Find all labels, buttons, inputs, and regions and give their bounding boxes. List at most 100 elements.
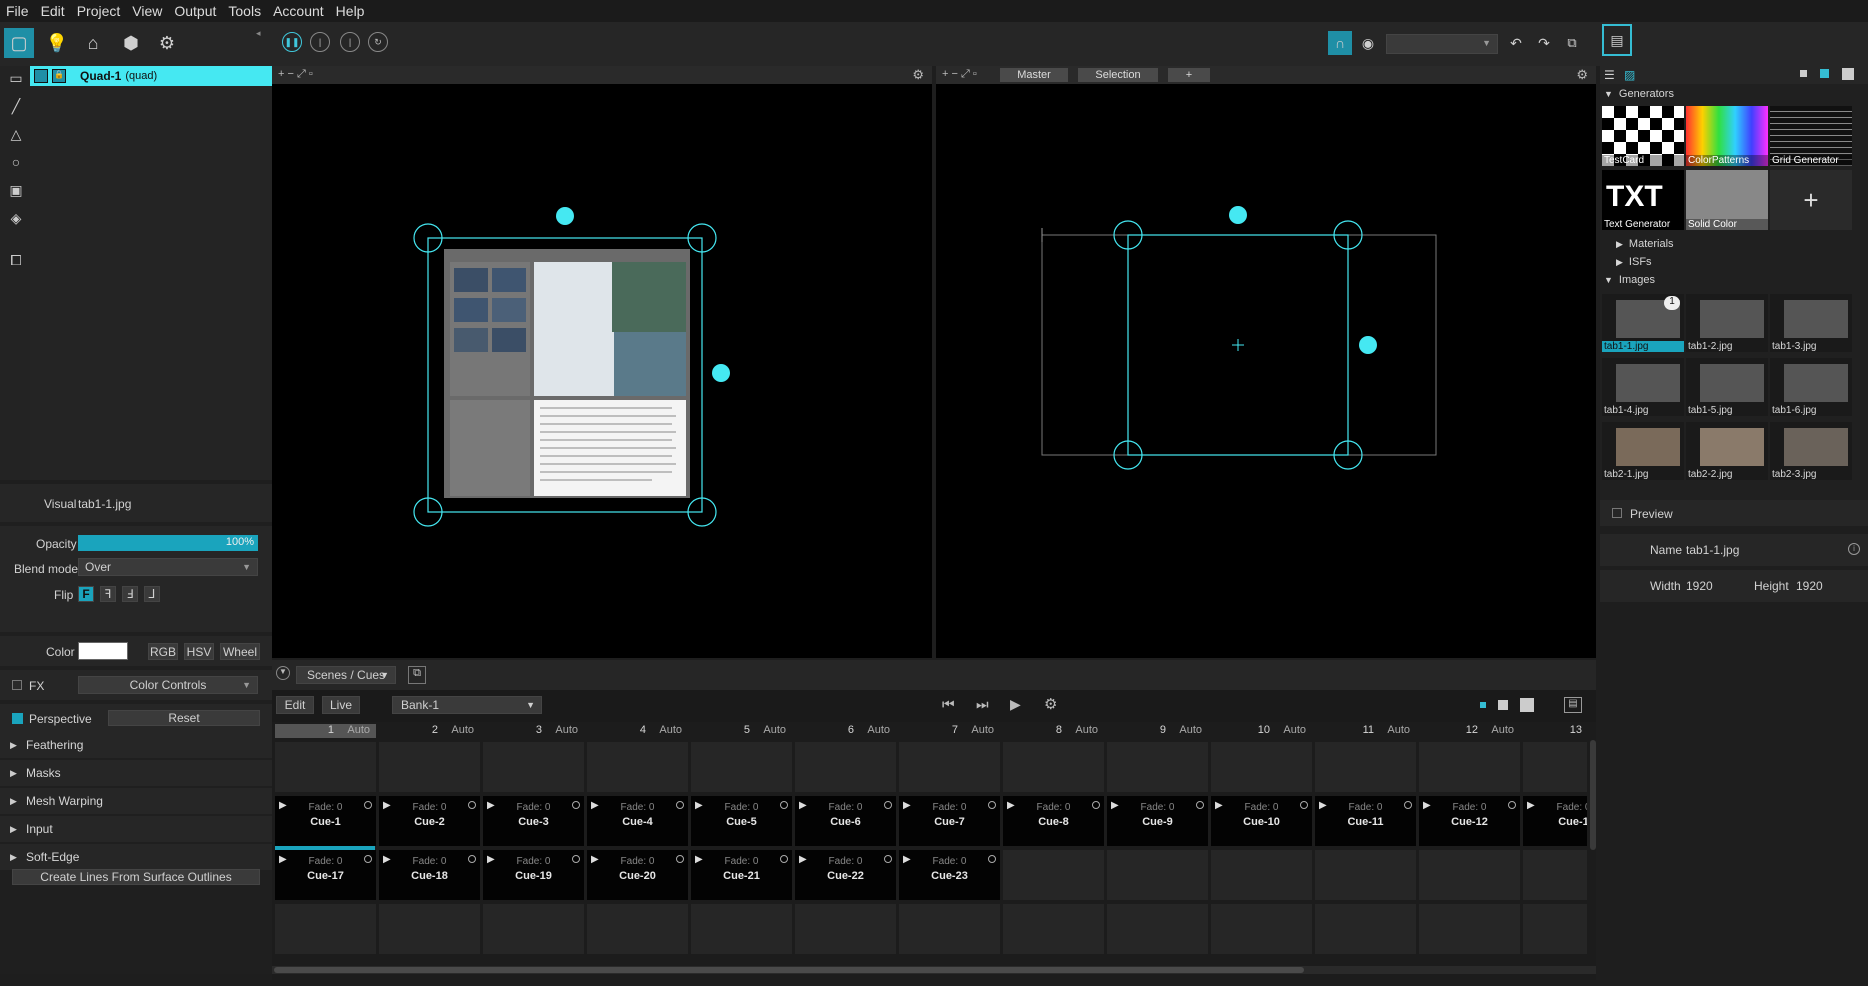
- size-small-icon[interactable]: [1800, 70, 1807, 77]
- create-lines-button[interactable]: Create Lines From Surface Outlines: [12, 869, 260, 885]
- record-icon[interactable]: [364, 855, 372, 863]
- group-tool-icon[interactable]: ⧠: [6, 250, 26, 270]
- opacity-slider[interactable]: 100%: [78, 535, 258, 551]
- output-icon[interactable]: ⌂: [78, 28, 108, 58]
- image-view-icon[interactable]: ▨: [1624, 68, 1635, 82]
- cue-cell[interactable]: ▶ Fade: 0 Cue-18: [379, 850, 480, 900]
- empty-cue-slot[interactable]: [795, 904, 896, 954]
- column-header[interactable]: 8 Auto: [1003, 724, 1104, 738]
- hsv-button[interactable]: HSV: [184, 643, 214, 660]
- column-header[interactable]: 7 Auto: [899, 724, 1000, 738]
- menu-help[interactable]: Help: [336, 3, 365, 19]
- layer-row[interactable]: 🔒 Quad-1 (quad): [30, 66, 272, 86]
- empty-cue-slot[interactable]: [899, 904, 1000, 954]
- reset-button[interactable]: Reset: [108, 710, 260, 726]
- tab-add-button[interactable]: +: [1168, 68, 1210, 82]
- record-icon[interactable]: [780, 855, 788, 863]
- loop-icon[interactable]: ↻: [368, 32, 388, 52]
- fx-checkbox[interactable]: [12, 680, 22, 690]
- gear-icon[interactable]: ⚙: [1044, 695, 1057, 713]
- edit-button[interactable]: Edit: [276, 696, 314, 714]
- line-tool-icon[interactable]: ╱: [6, 96, 26, 116]
- 3d-tool-icon[interactable]: ◈: [6, 208, 26, 228]
- eye-icon[interactable]: ◉: [1356, 31, 1380, 55]
- record-icon[interactable]: [1092, 801, 1100, 809]
- cue-cell[interactable]: ▶ Fade: 0 Cue-11: [1315, 796, 1416, 846]
- zoom-controls-icon[interactable]: + − ⤢ ▫: [278, 68, 313, 81]
- colorpatterns-generator[interactable]: ColorPatterns: [1686, 106, 1768, 166]
- bank-dropdown[interactable]: Bank-1 ▼: [392, 696, 542, 714]
- cue-cell[interactable]: ▶ Fade: 0 Cue-23: [899, 850, 1000, 900]
- empty-cue-slot[interactable]: [1107, 904, 1208, 954]
- record-icon[interactable]: [364, 801, 372, 809]
- live-button[interactable]: Live: [322, 696, 360, 714]
- preview-checkbox[interactable]: [1612, 508, 1622, 518]
- record-icon[interactable]: [1196, 801, 1204, 809]
- cue-cell[interactable]: ▶Fade: 0Cue-1: [275, 796, 376, 846]
- collapse-icon[interactable]: ▼: [276, 666, 290, 680]
- export-icon[interactable]: ⧉: [1560, 31, 1584, 55]
- cue-cell[interactable]: ▶ Fade: 0 Cue-3: [483, 796, 584, 846]
- rgb-button[interactable]: RGB: [148, 643, 178, 660]
- record-icon[interactable]: [780, 801, 788, 809]
- gear-icon[interactable]: ⚙: [912, 67, 924, 83]
- empty-cue-slot[interactable]: [275, 742, 376, 792]
- output-dropdown[interactable]: ▼: [1386, 34, 1498, 54]
- column-header[interactable]: 10 Auto: [1211, 724, 1312, 738]
- column-header[interactable]: 12 Auto: [1419, 724, 1520, 738]
- cue-cell[interactable]: ▶ Fade: 0 Cue-6: [795, 796, 896, 846]
- materials-section[interactable]: ▶ Materials: [1600, 236, 1868, 252]
- section-mesh-warping[interactable]: ▶ Mesh Warping: [0, 788, 272, 814]
- flip-none-button[interactable]: F: [78, 586, 94, 602]
- panel-toggle-icon[interactable]: ▤: [1564, 697, 1582, 713]
- record-icon[interactable]: [1404, 801, 1412, 809]
- mesh-tool-icon[interactable]: ▣: [6, 180, 26, 200]
- cue-cell[interactable]: ▶ Fade: 0 Cue-12: [1419, 796, 1520, 846]
- menu-output[interactable]: Output: [174, 3, 216, 19]
- output-view[interactable]: [936, 84, 1596, 658]
- empty-cue-slot[interactable]: [379, 904, 480, 954]
- detach-icon[interactable]: ⧉: [408, 666, 426, 684]
- empty-cue-slot[interactable]: [379, 742, 480, 792]
- record-icon[interactable]: [468, 801, 476, 809]
- cue-cell[interactable]: ▶ Fade: 0 Cue-4: [587, 796, 688, 846]
- image-tab2-2[interactable]: tab2-2.jpg: [1686, 422, 1768, 480]
- zoom-controls-icon[interactable]: + − ⤢ ▫: [942, 68, 977, 81]
- size-medium-icon[interactable]: [1820, 69, 1829, 78]
- list-view-icon[interactable]: ☰: [1604, 68, 1615, 82]
- empty-cue-slot[interactable]: [275, 904, 376, 954]
- flip-both-button[interactable]: ⅃: [144, 586, 160, 602]
- empty-cue-slot[interactable]: [1003, 742, 1104, 792]
- step2-icon[interactable]: |: [340, 32, 360, 52]
- record-icon[interactable]: [572, 801, 580, 809]
- column-header[interactable]: 6 Auto: [795, 724, 896, 738]
- column-header[interactable]: 2 Auto: [379, 724, 480, 738]
- cue-cell[interactable]: ▶ Fade: 0 Cue-2: [379, 796, 480, 846]
- menu-edit[interactable]: Edit: [41, 3, 65, 19]
- menu-account[interactable]: Account: [273, 3, 324, 19]
- section-feathering[interactable]: ▶ Feathering: [0, 732, 272, 758]
- column-header[interactable]: 3 Auto: [483, 724, 584, 738]
- perspective-checkbox[interactable]: [12, 713, 23, 724]
- flip-v-button[interactable]: Ⅎ: [122, 586, 138, 602]
- empty-cue-slot[interactable]: [1211, 904, 1312, 954]
- size-medium-icon[interactable]: [1498, 700, 1508, 710]
- record-icon[interactable]: [676, 855, 684, 863]
- empty-cue-slot[interactable]: [1003, 850, 1104, 900]
- record-icon[interactable]: [1300, 801, 1308, 809]
- images-section[interactable]: ▼ Images: [1600, 272, 1868, 288]
- empty-cue-slot[interactable]: [1315, 904, 1416, 954]
- fx-dropdown[interactable]: Color Controls ▼: [78, 676, 258, 694]
- size-large-icon[interactable]: [1520, 698, 1534, 712]
- column-header[interactable]: 13: [1523, 724, 1587, 738]
- tab-selection[interactable]: Selection: [1078, 68, 1158, 82]
- record-icon[interactable]: [1508, 801, 1516, 809]
- cubes-icon[interactable]: ⬢: [116, 28, 146, 58]
- empty-cue-slot[interactable]: [1107, 742, 1208, 792]
- mode-dropdown[interactable]: Scenes / Cues ▼: [296, 666, 396, 684]
- column-header[interactable]: 1 Auto: [275, 724, 376, 738]
- empty-cue-slot[interactable]: [587, 904, 688, 954]
- empty-cue-slot[interactable]: [1107, 850, 1208, 900]
- cue-cell[interactable]: ▶ Fade: 0 Cue-10: [1211, 796, 1312, 846]
- color-swatch[interactable]: [78, 642, 128, 660]
